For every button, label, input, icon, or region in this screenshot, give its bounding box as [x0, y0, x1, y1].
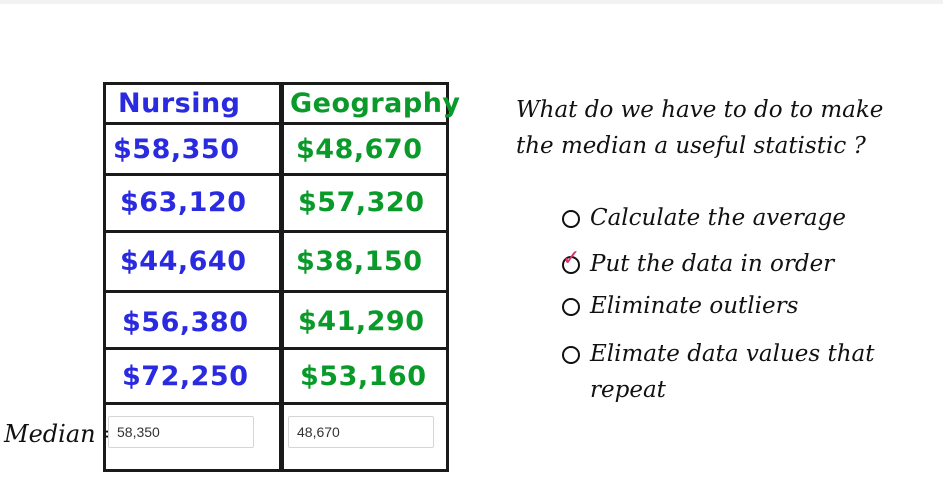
- geography-value: $41,290: [298, 306, 425, 337]
- header-nursing: Nursing: [118, 88, 241, 119]
- table-row-divider: [103, 230, 449, 233]
- top-border: [0, 0, 943, 4]
- nursing-median-input[interactable]: [108, 416, 254, 448]
- checkmark-icon: ✓: [562, 246, 581, 271]
- radio-button[interactable]: [562, 298, 580, 316]
- radio-button[interactable]: ✓: [562, 248, 580, 274]
- nursing-value: $72,250: [122, 361, 249, 392]
- radio-button[interactable]: [562, 346, 580, 364]
- answer-option[interactable]: Elimate data values that repeat: [562, 336, 902, 408]
- radio-button[interactable]: [562, 210, 580, 228]
- table-column-divider: [279, 82, 284, 472]
- table-row-divider: [103, 173, 449, 176]
- header-geography: Geography: [290, 88, 461, 119]
- table-row-divider: [103, 347, 449, 350]
- option-label: Eliminate outliers: [590, 293, 799, 319]
- option-label: Calculate the average: [590, 205, 846, 231]
- geography-value: $48,670: [296, 134, 423, 165]
- median-label: Median =: [4, 420, 124, 448]
- table-row-divider: [103, 290, 449, 293]
- answer-option[interactable]: Calculate the average: [562, 200, 902, 236]
- nursing-value: $63,120: [120, 187, 247, 218]
- answer-option[interactable]: ✓ Put the data in order: [562, 246, 902, 282]
- option-label: Elimate data values that repeat: [590, 341, 875, 403]
- question-text: What do we have to do to make the median…: [516, 97, 884, 159]
- geography-value: $57,320: [298, 187, 425, 218]
- geography-value: $38,150: [296, 246, 423, 277]
- geography-median-input[interactable]: [288, 416, 434, 448]
- option-label: Put the data in order: [590, 251, 835, 277]
- table-row-divider: [103, 122, 449, 125]
- answer-option[interactable]: Eliminate outliers: [562, 288, 902, 324]
- table-row-divider: [103, 402, 449, 405]
- geography-value: $53,160: [300, 361, 427, 392]
- nursing-value: $58,350: [113, 134, 240, 165]
- nursing-value: $56,380: [122, 307, 249, 338]
- nursing-value: $44,640: [120, 246, 247, 277]
